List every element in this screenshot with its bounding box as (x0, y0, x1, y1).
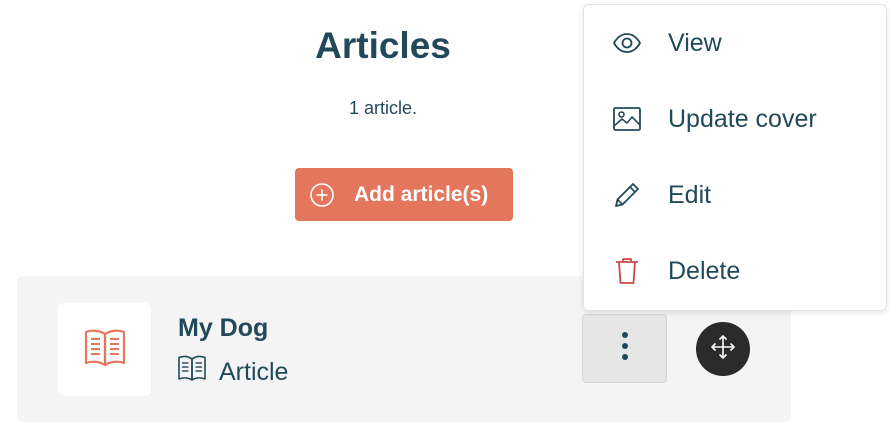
menu-item-edit-label: Edit (668, 180, 712, 209)
eye-icon (611, 27, 643, 59)
menu-item-update-cover-label: Update cover (668, 104, 817, 133)
menu-item-delete[interactable]: Delete (584, 241, 886, 301)
pencil-icon (611, 179, 643, 211)
image-icon (611, 103, 643, 135)
open-book-icon (83, 327, 127, 372)
menu-item-view[interactable]: View (584, 13, 886, 73)
menu-item-delete-label: Delete (668, 256, 741, 285)
more-options-button[interactable] (582, 314, 667, 383)
options-dropdown-menu: View Update cover Edit Delete (583, 4, 887, 311)
move-handle[interactable] (696, 322, 750, 376)
vertical-dots-icon (620, 331, 630, 366)
add-articles-button[interactable]: Add article(s) (295, 168, 513, 221)
menu-item-edit[interactable]: Edit (584, 165, 886, 225)
trash-icon (611, 255, 643, 287)
menu-item-view-label: View (668, 28, 722, 57)
menu-item-update-cover[interactable]: Update cover (584, 89, 886, 149)
plus-circle-icon (309, 182, 335, 208)
article-type-label: Article (219, 358, 289, 386)
article-type: Article (177, 354, 288, 390)
add-articles-label: Add article(s) (354, 182, 489, 206)
move-arrows-icon (709, 333, 737, 366)
book-icon (177, 354, 207, 390)
article-title[interactable]: My Dog (178, 312, 268, 344)
article-cover (58, 303, 151, 396)
